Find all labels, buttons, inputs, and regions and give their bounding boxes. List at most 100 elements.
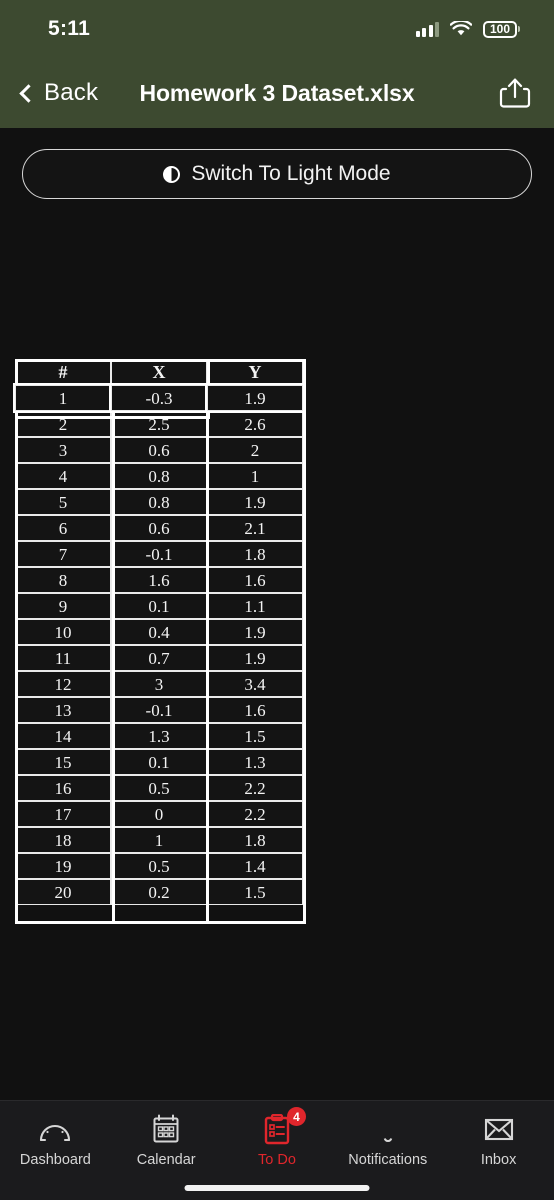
cell-y: 1.9: [207, 619, 303, 645]
envelope-icon: [482, 1114, 516, 1145]
cell-x: -0.1: [111, 541, 207, 567]
cell-index: 11: [15, 645, 111, 671]
cell-x: 0: [111, 801, 207, 827]
tab-bar: Dashboard Calendar 4 To Do Notifications Inbo…: [0, 1100, 554, 1200]
table-head: # X Y: [15, 359, 303, 385]
home-indicator: [184, 1185, 370, 1191]
table-row[interactable]: 11 0.7 1.9: [15, 645, 303, 671]
gauge-icon: [38, 1114, 72, 1145]
cell-x: 0.1: [111, 593, 207, 619]
column-header-x: X: [111, 359, 207, 385]
cell-x: 0.4: [111, 619, 207, 645]
table-row[interactable]: 12 3 3.4: [15, 671, 303, 697]
nav-bar: Back Homework 3 Dataset.xlsx: [0, 58, 554, 128]
table-row[interactable]: 2 2.5 2.6: [15, 411, 303, 437]
back-button-label: Back: [44, 79, 99, 106]
switch-to-light-mode-label: Switch To Light Mode: [191, 162, 391, 185]
share-icon: [499, 78, 531, 108]
switch-to-light-mode-button[interactable]: Switch To Light Mode: [22, 149, 532, 199]
cell-index: 20: [15, 879, 111, 905]
cell-y: 1.9: [207, 645, 303, 671]
cell-y: 2.6: [207, 411, 303, 437]
cell-y: 1.1: [207, 593, 303, 619]
cell-index: 19: [15, 853, 111, 879]
dataset-table: # X Y 1 -0.3 1.9 2 2.5 2.6 3 0.6 2 4 0.8 1 5 0.8 1.9 6 0…: [15, 359, 303, 905]
table-row[interactable]: 14 1.3 1.5: [15, 723, 303, 749]
cell-x: 0.8: [111, 489, 207, 515]
table-row[interactable]: 7 -0.1 1.8: [15, 541, 303, 567]
cell-x: -0.3: [111, 385, 207, 411]
cell-y: 1.6: [207, 567, 303, 593]
cell-index: 13: [15, 697, 111, 723]
cell-y: 3.4: [207, 671, 303, 697]
cellular-bars-icon: [415, 21, 439, 37]
cell-index: 1: [15, 385, 111, 411]
table-row[interactable]: 6 0.6 2.1: [15, 515, 303, 541]
cell-index: 17: [15, 801, 111, 827]
cell-y: 1: [207, 463, 303, 489]
cell-index: 5: [15, 489, 111, 515]
share-button[interactable]: [498, 75, 532, 111]
cell-index: 6: [15, 515, 111, 541]
table-row[interactable]: 19 0.5 1.4: [15, 853, 303, 879]
cell-x: 0.2: [111, 879, 207, 905]
tab-calendar[interactable]: Calendar: [111, 1114, 222, 1168]
cell-x: 0.8: [111, 463, 207, 489]
table-row[interactable]: 5 0.8 1.9: [15, 489, 303, 515]
table-row[interactable]: 13 -0.1 1.6: [15, 697, 303, 723]
table-row[interactable]: 9 0.1 1.1: [15, 593, 303, 619]
tab-inbox[interactable]: Inbox: [443, 1114, 554, 1168]
half-circle-contrast-icon: [163, 165, 181, 183]
cell-y: 2: [207, 437, 303, 463]
cell-index: 8: [15, 567, 111, 593]
tab-to-do[interactable]: 4 To Do: [222, 1107, 333, 1168]
cell-y: 1.5: [207, 723, 303, 749]
tab-label: Dashboard: [19, 1152, 91, 1168]
cell-y: 1.8: [207, 541, 303, 567]
cell-index: 18: [15, 827, 111, 853]
table-row[interactable]: 17 0 2.2: [15, 801, 303, 827]
cell-x: 0.1: [111, 749, 207, 775]
table-row[interactable]: 16 0.5 2.2: [15, 775, 303, 801]
calendar-icon: [149, 1114, 183, 1145]
cell-x: 2.5: [111, 411, 207, 437]
cell-y: 1.8: [207, 827, 303, 853]
table-row[interactable]: 10 0.4 1.9: [15, 619, 303, 645]
cell-index: 4: [15, 463, 111, 489]
tab-notifications[interactable]: Notifications: [332, 1114, 443, 1168]
table-header-row: # X Y: [15, 359, 303, 385]
cell-y: 2.1: [207, 515, 303, 541]
tab-label: Notifications: [348, 1152, 428, 1168]
chevron-left-icon: [19, 84, 38, 103]
cell-index: 16: [15, 775, 111, 801]
battery-level: 100: [489, 22, 511, 36]
cell-index: 15: [15, 749, 111, 775]
cell-index: 14: [15, 723, 111, 749]
cell-x: 1.6: [111, 567, 207, 593]
status-bar: 5:11 100: [0, 0, 554, 58]
tab-dashboard[interactable]: Dashboard: [0, 1114, 111, 1168]
table-row[interactable]: 20 0.2 1.5: [15, 879, 303, 905]
table-row[interactable]: 4 0.8 1: [15, 463, 303, 489]
table-row[interactable]: 8 1.6 1.6: [15, 567, 303, 593]
bell-icon: [371, 1114, 405, 1145]
cell-y: 1.3: [207, 749, 303, 775]
cell-y: 1.5: [207, 879, 303, 905]
table-row[interactable]: 1 -0.3 1.9: [15, 385, 303, 411]
wifi-icon: [450, 21, 472, 36]
table-row[interactable]: 18 1 1.8: [15, 827, 303, 853]
cell-index: 9: [15, 593, 111, 619]
cell-x: 0.7: [111, 645, 207, 671]
table-body: 1 -0.3 1.9 2 2.5 2.6 3 0.6 2 4 0.8 1 5 0.8 1.9 6 0.6 2.1 7…: [15, 385, 303, 905]
cell-y: 1.9: [207, 385, 303, 411]
cell-x: 3: [111, 671, 207, 697]
tab-label: Inbox: [480, 1152, 517, 1168]
cell-index: 10: [15, 619, 111, 645]
back-button[interactable]: Back: [19, 79, 99, 107]
main-content: Switch To Light Mode # X Y 1 -0.3 1.9 2 2.5 2…: [0, 149, 554, 1121]
cell-index: 3: [15, 437, 111, 463]
table-row[interactable]: 3 0.6 2: [15, 437, 303, 463]
cell-index: 12: [15, 671, 111, 697]
table-row[interactable]: 15 0.1 1.3: [15, 749, 303, 775]
cell-x: 0.5: [111, 853, 207, 879]
